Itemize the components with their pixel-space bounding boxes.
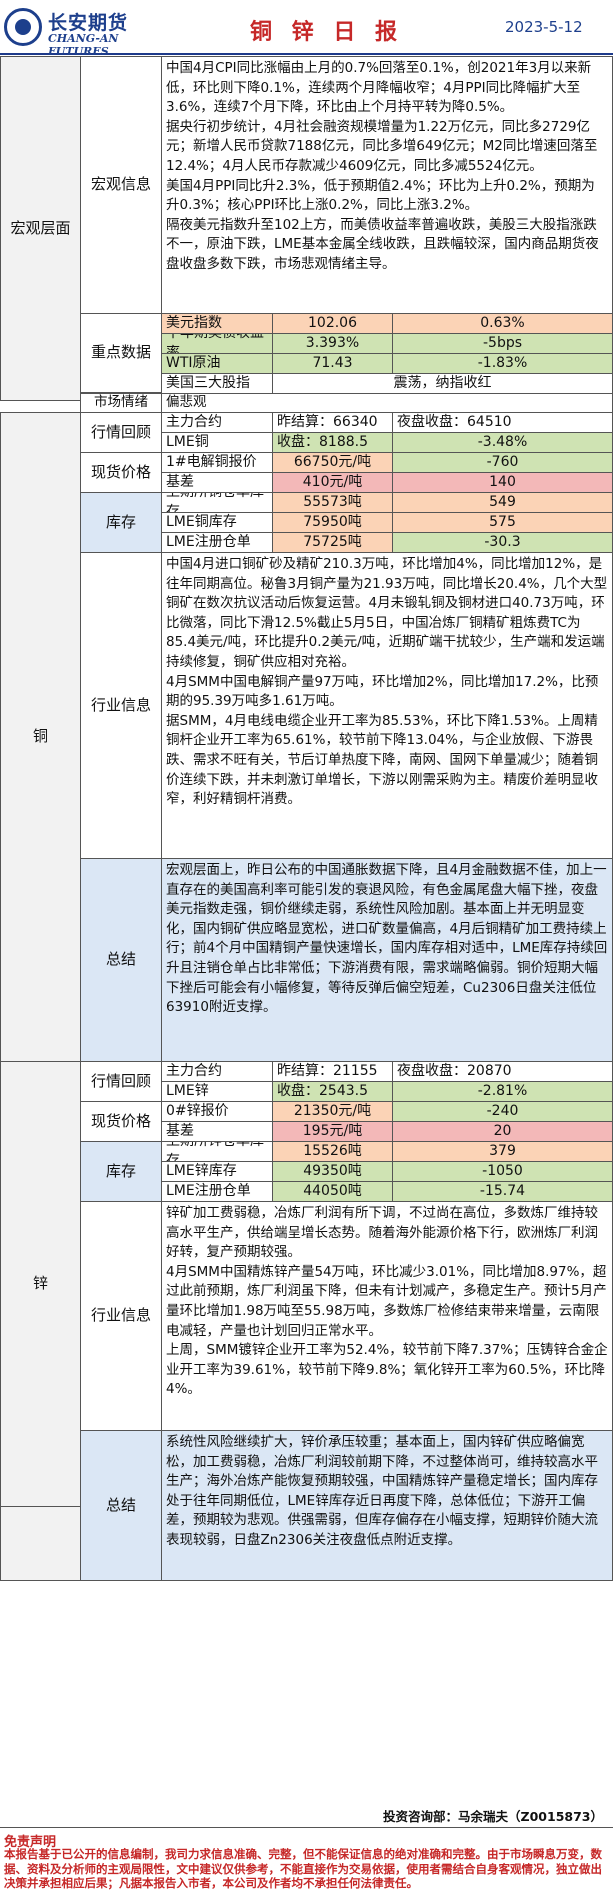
zinc-lme-close: 收盘：2543.5 (272, 1081, 393, 1102)
zinc-industry-text: 锌矿加工费弱稳，冶炼厂利润有所下调，不过尚在高位，多数炼厂维持较高水平生产，供给… (161, 1201, 613, 1431)
section-macro: 宏观层面 (0, 56, 81, 401)
key-row-change: -1.83% (392, 353, 613, 374)
report-header: 长安期货 CHANG-AN FUTURES 铜 锌 日 报 2023-5-12 (0, 0, 613, 58)
report-date: 2023-5-12 (505, 18, 583, 36)
zinc-contract: 主力合约 (161, 1061, 273, 1082)
section-zinc-continued (0, 1506, 81, 1581)
copper-spot-name: 1#电解铜报价 (161, 452, 273, 473)
copper-stock-value: 75950吨 (272, 512, 393, 533)
copper-stock-value: 55573吨 (272, 492, 393, 513)
copper-night-close: 夜盘收盘：64510 (392, 412, 613, 433)
zinc-spot-name: 0#锌报价 (161, 1101, 273, 1122)
macro-info-label: 宏观信息 (80, 56, 162, 314)
copper-spot-label: 现货价格 (80, 452, 162, 493)
copper-spot-price: 66750元/吨 (272, 452, 393, 473)
copper-stock-name: LME铜库存 (161, 512, 273, 533)
copper-stock-name: LME注册仓单 (161, 532, 273, 553)
zinc-stock-name: LME锌库存 (161, 1161, 273, 1182)
company-logo: 长安期货 CHANG-AN FUTURES (4, 6, 164, 58)
copper-lme: LME铜 (161, 432, 273, 453)
section-zinc: 锌 (0, 1061, 81, 1507)
zinc-basis-name: 基差 (161, 1121, 273, 1142)
zinc-summary-label: 总结 (80, 1430, 162, 1581)
zinc-settle: 昨结算：21155 (272, 1061, 393, 1082)
copper-industry-label: 行业信息 (80, 552, 162, 859)
report-title: 铜 锌 日 报 (250, 20, 403, 45)
zinc-review-label: 行情回顾 (80, 1061, 162, 1102)
zinc-stock-change: -15.74 (392, 1181, 613, 1202)
copper-stock-change: 575 (392, 512, 613, 533)
copper-settle: 昨结算：66340 (272, 412, 393, 433)
zinc-stock-value: 44050吨 (272, 1181, 393, 1202)
key-row-name: 美元指数 (161, 313, 273, 334)
zinc-summary-text: 系统性风险继续扩大，锌价承压较重；基本面上，国内锌矿供应略偏宽松，加工费弱稳，冶… (161, 1430, 613, 1581)
copper-stock-name: 上期所铜仓单库存 (161, 492, 273, 513)
zinc-stock-value: 15526吨 (272, 1141, 393, 1162)
zinc-spot-label: 现货价格 (80, 1101, 162, 1142)
copper-review-label: 行情回顾 (80, 412, 162, 453)
zinc-lme: LME锌 (161, 1081, 273, 1102)
key-row-name: 十年期美债收益率 (161, 333, 273, 354)
zinc-basis: 195元/吨 (272, 1121, 393, 1142)
sentiment-value: 偏悲观 (161, 393, 613, 413)
copper-basis: 410元/吨 (272, 472, 393, 493)
logo-name-en: CHANG-AN FUTURES (48, 32, 119, 58)
zinc-stock-name: 上期所锌仓单库存 (161, 1141, 273, 1162)
zinc-industry-label: 行业信息 (80, 1201, 162, 1431)
disclaimer: 免责声明 本报告基于已公开的信息编制，我司力求信息准确、完整，但不能保证信息的绝… (0, 1829, 613, 1890)
zinc-stock-name: LME注册仓单 (161, 1181, 273, 1202)
copper-stock-change: -30.3 (392, 532, 613, 553)
section-copper: 铜 (0, 412, 81, 1062)
logo-emblem-icon (4, 8, 42, 46)
copper-lme-change: -3.48% (392, 432, 613, 453)
copper-stock-change: 549 (392, 492, 613, 513)
copper-stock-value: 75725吨 (272, 532, 393, 553)
disclaimer-text: 本报告基于已公开的信息编制，我司力求信息准确、完整，但不能保证信息的绝对准确和完… (4, 1847, 602, 1890)
logo-name-cn: 长安期货 (48, 12, 129, 34)
macro-info-text: 中国4月CPI同比涨幅由上月的0.7%回落至0.1%，创2021年3月以来新低，… (161, 56, 613, 314)
zinc-spot-change: -240 (392, 1101, 613, 1122)
key-row-value: 震荡，纳指收红 (272, 373, 613, 394)
zinc-stock-value: 49350吨 (272, 1161, 393, 1182)
key-row-name: WTI原油 (161, 353, 273, 374)
key-row-value: 3.393% (272, 333, 393, 354)
zinc-stock-change: 379 (392, 1141, 613, 1162)
copper-basis-name: 基差 (161, 472, 273, 493)
key-row-change: -5bps (392, 333, 613, 354)
zinc-night-close: 夜盘收盘：20870 (392, 1061, 613, 1082)
zinc-spot-price: 21350元/吨 (272, 1101, 393, 1122)
copper-contract: 主力合约 (161, 412, 273, 433)
zinc-stock-label: 库存 (80, 1141, 162, 1202)
sentiment-label: 市场情绪 (80, 393, 162, 413)
zinc-stock-change: -1050 (392, 1161, 613, 1182)
copper-stock-label: 库存 (80, 492, 162, 553)
copper-summary-label: 总结 (80, 858, 162, 1062)
key-row-value: 102.06 (272, 313, 393, 334)
copper-summary-text: 宏观层面上，昨日公布的中国通胀数据下降，且4月金融数据不佳，加上一直存在的美国高… (161, 858, 613, 1062)
key-data-label: 重点数据 (80, 313, 162, 393)
key-row-value: 71.43 (272, 353, 393, 374)
key-row-change: 0.63% (392, 313, 613, 334)
copper-lme-close: 收盘：8188.5 (272, 432, 393, 453)
analyst-credit: 投资咨询部：马余瑞夫（Z0015873） (0, 1806, 613, 1828)
copper-basis-change: 140 (392, 472, 613, 493)
copper-spot-change: -760 (392, 452, 613, 473)
zinc-basis-change: 20 (392, 1121, 613, 1142)
key-row-name: 美国三大股指 (161, 373, 273, 394)
zinc-lme-change: -2.81% (392, 1081, 613, 1102)
copper-industry-text: 中国4月进口铜矿砂及精矿210.3万吨，环比增加4%，同比增加12%，是往年同期… (161, 552, 613, 859)
